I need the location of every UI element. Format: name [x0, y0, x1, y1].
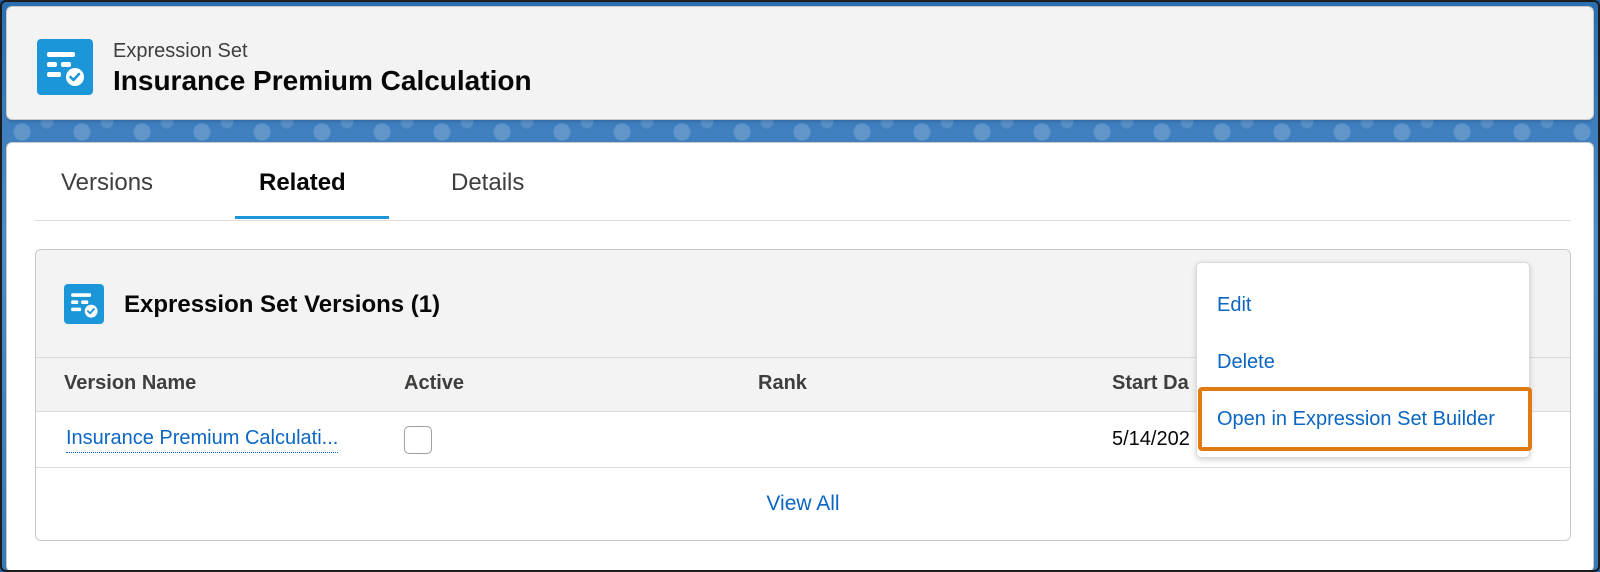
menu-item-edit[interactable]: Edit — [1217, 294, 1251, 317]
version-name-link[interactable]: Insurance Premium Calculati... — [66, 427, 339, 453]
related-list-title[interactable]: Expression Set Versions (1) — [124, 291, 440, 319]
page-title: Insurance Premium Calculation — [113, 65, 532, 96]
menu-item-delete[interactable]: Delete — [1217, 351, 1275, 374]
object-type-label: Expression Set — [113, 40, 248, 62]
column-header-rank[interactable]: Rank — [758, 372, 807, 395]
start-date-value: 5/14/202 — [1112, 428, 1190, 450]
app-frame: Expression Set Insurance Premium Calcula… — [0, 0, 1600, 572]
tab-details[interactable]: Details — [451, 169, 524, 213]
record-header: Expression Set Insurance Premium Calcula… — [6, 6, 1594, 120]
tab-related[interactable]: Related — [259, 169, 346, 213]
view-all-link[interactable]: View All — [36, 468, 1570, 540]
expression-set-icon — [37, 39, 93, 95]
highlight-box — [1198, 387, 1532, 451]
active-checkbox[interactable] — [404, 426, 432, 454]
tab-versions[interactable]: Versions — [61, 169, 153, 213]
column-header-version-name[interactable]: Version Name — [64, 372, 196, 395]
expression-set-icon — [64, 284, 104, 324]
column-header-active[interactable]: Active — [404, 372, 464, 395]
active-tab-indicator — [235, 216, 389, 219]
tab-bar: Versions Related Details — [35, 143, 1571, 221]
column-header-start-date[interactable]: Start Da — [1112, 372, 1189, 395]
